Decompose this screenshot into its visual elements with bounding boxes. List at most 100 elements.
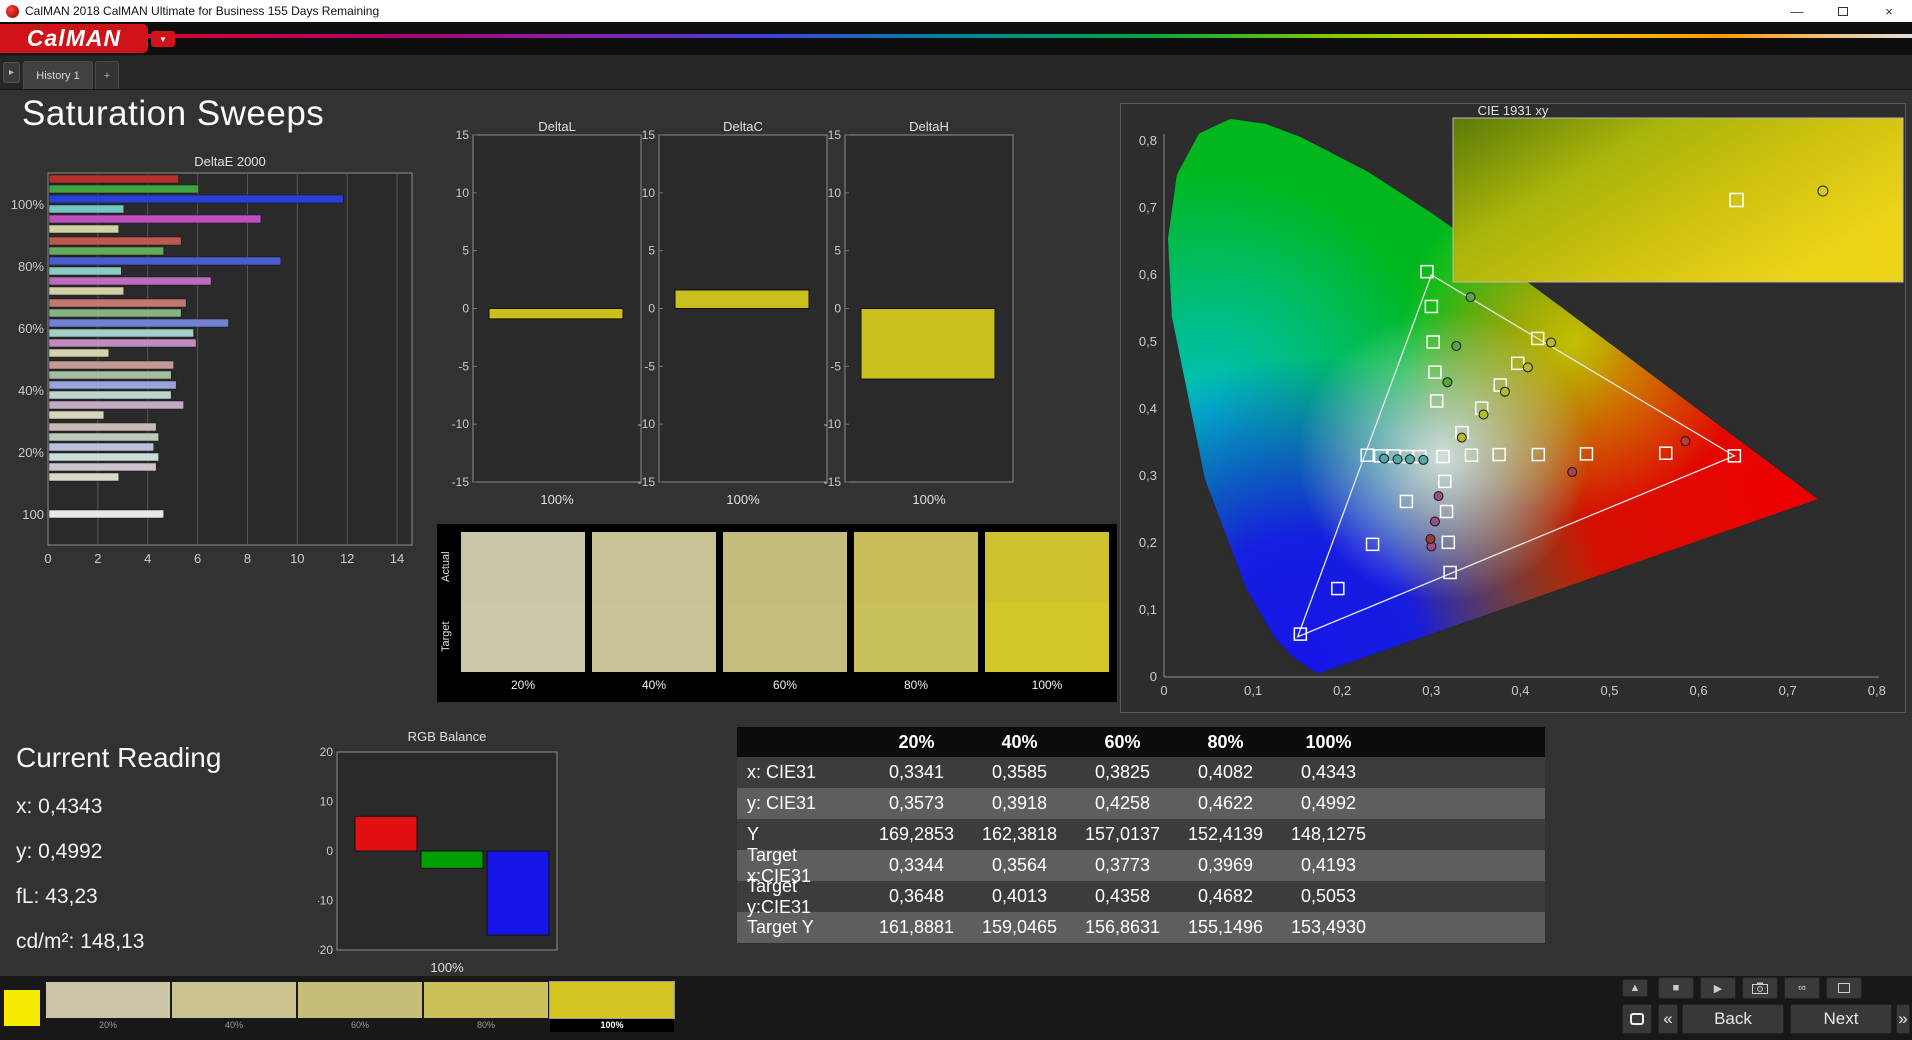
svg-text:0,3: 0,3	[1139, 468, 1157, 483]
deltae-bar	[48, 432, 159, 442]
reading-y: y: 0,4992	[16, 840, 103, 863]
svg-text:0: 0	[834, 302, 841, 316]
next-button[interactable]: Next	[1790, 1004, 1892, 1034]
swatch-label: 80%	[903, 678, 929, 692]
reading-fl: fL: 43,23	[16, 885, 98, 908]
svg-text:0,5: 0,5	[1139, 334, 1157, 349]
cie-measured-point	[1522, 362, 1533, 373]
close-button[interactable]: ×	[1866, 0, 1912, 22]
tab-history[interactable]: History 1	[23, 61, 93, 89]
minimize-button[interactable]: —	[1774, 0, 1820, 22]
deltae-bar	[48, 224, 120, 234]
back-skip-button[interactable]: «	[1658, 1004, 1678, 1034]
svg-text:DeltaH: DeltaH	[909, 119, 949, 134]
page-title: Saturation Sweeps	[22, 94, 325, 133]
swatch-color	[424, 982, 548, 1018]
svg-text:100%: 100%	[11, 197, 45, 212]
cie-measured-point	[1499, 386, 1510, 397]
deltae-bar	[48, 246, 164, 256]
table-cell: 0,3773	[1094, 855, 1151, 875]
pattern-swatch-20%[interactable]: 20%	[46, 982, 170, 1032]
svg-text:-10: -10	[318, 894, 333, 908]
svg-text:6: 6	[194, 551, 201, 566]
table-row: Target Y 161,8881 159,0465 156,8631 155,1496…	[737, 912, 1545, 943]
pattern-swatch-60%[interactable]: 60%	[298, 982, 422, 1032]
svg-text:10: 10	[828, 186, 842, 200]
add-tab-button[interactable]: +	[95, 61, 119, 89]
deltae2000-chart: DeltaE 2000 0 2 4 6 8 10 12 14 100% 80% 60% 40% 20% 10…	[8, 150, 438, 585]
table-cell: 0,4013	[991, 886, 1048, 906]
pattern-swatch-80%[interactable]: 80%	[424, 982, 548, 1032]
deltaL-bar	[488, 308, 624, 320]
tab-bar: ▸ History 1 + X-Rite i1Pro 2 Direct View…	[0, 55, 1912, 141]
deltae-bar	[48, 380, 177, 390]
cie-measured-point	[1404, 454, 1415, 465]
svg-text:0: 0	[1160, 683, 1167, 698]
swatch-label: 20%	[510, 678, 536, 692]
table-cell: 0,4258	[1094, 793, 1151, 813]
deltaC-bar	[674, 289, 810, 309]
display-button[interactable]	[1826, 977, 1862, 999]
table-row-label: Target y:CIE31	[747, 875, 812, 917]
table-cell: 0,4358	[1094, 886, 1151, 906]
swatch-color	[172, 982, 296, 1018]
deltae-bar	[48, 462, 157, 472]
target-swatch	[985, 602, 1109, 672]
rgb-bar-green	[420, 850, 484, 869]
logo-dropdown-button[interactable]: ▼	[151, 31, 175, 47]
current-reading-panel: Current Reading x: 0,4343 y: 0,4992 fL: …	[16, 742, 316, 954]
cie-measured-point	[1456, 432, 1467, 443]
table-row: x: CIE31 0,3341 0,3585 0,3825 0,4082 0,4343	[737, 757, 1545, 788]
deltae-bar	[48, 410, 105, 420]
main-content: Saturation Sweeps DeltaE 2000 0 2 4 6 8 10 12 14…	[0, 90, 1912, 976]
svg-text:0,1: 0,1	[1139, 602, 1157, 617]
table-col-header: 60%	[1104, 731, 1141, 752]
maximize-button[interactable]	[1820, 0, 1866, 22]
table-col-header: 80%	[1207, 731, 1244, 752]
svg-text:5: 5	[834, 244, 841, 258]
current-reading-title: Current Reading	[16, 742, 222, 773]
deltae-bar	[48, 442, 154, 452]
target-swatch	[592, 602, 716, 672]
actual-swatch	[592, 532, 716, 602]
back-button[interactable]: Back	[1682, 1004, 1784, 1034]
pattern-window-button[interactable]	[1622, 1004, 1652, 1034]
play-button[interactable]: ▶	[1700, 977, 1736, 999]
maximize-icon	[1838, 6, 1848, 16]
stop-button[interactable]: ■	[1658, 977, 1694, 999]
swatch-column-60%: 60%	[723, 532, 847, 692]
table-cell: 156,8631	[1084, 917, 1161, 937]
camera-button[interactable]	[1742, 977, 1778, 999]
svg-text:100%: 100%	[540, 492, 574, 507]
svg-text:15: 15	[456, 128, 470, 142]
svg-text:12: 12	[340, 551, 354, 566]
deltae-bar	[48, 194, 344, 204]
table-cell: 161,8881	[878, 917, 955, 937]
pattern-swatch-40%[interactable]: 40%	[172, 982, 296, 1032]
svg-text:-10: -10	[824, 417, 842, 431]
loop-button[interactable]: ∞	[1784, 977, 1820, 999]
camera-icon	[1752, 982, 1768, 994]
svg-text:60%: 60%	[18, 321, 44, 336]
up-arrow-button[interactable]: ▲	[1622, 979, 1648, 997]
table-col-header: 40%	[1001, 731, 1038, 752]
swatch-label: 20%	[98, 1020, 117, 1030]
svg-text:15: 15	[828, 128, 842, 142]
cie-measured-point	[1392, 454, 1403, 465]
pattern-swatch-100%[interactable]: 100%	[549, 981, 675, 1032]
table-cell: 0,3344	[888, 855, 945, 875]
svg-text:DeltaC: DeltaC	[723, 119, 763, 134]
cie-measured-point	[1429, 516, 1440, 527]
deltal-chart: DeltaL 15 10 5 0 -5 -10 -15 100%	[445, 117, 655, 522]
svg-text:0: 0	[1150, 669, 1157, 684]
deltae-bar	[48, 472, 120, 482]
forward-skip-button[interactable]: »	[1896, 1004, 1910, 1034]
deltae-bar	[48, 509, 164, 519]
table-cell: 0,3573	[888, 793, 945, 813]
swatch-column-40%: 40%	[592, 532, 716, 692]
panel-toggle-button[interactable]: ▸	[3, 62, 20, 83]
deltae-bar	[48, 338, 197, 348]
svg-text:100%: 100%	[430, 960, 464, 975]
svg-text:14: 14	[390, 551, 404, 566]
table-cell: 155,1496	[1187, 917, 1264, 937]
